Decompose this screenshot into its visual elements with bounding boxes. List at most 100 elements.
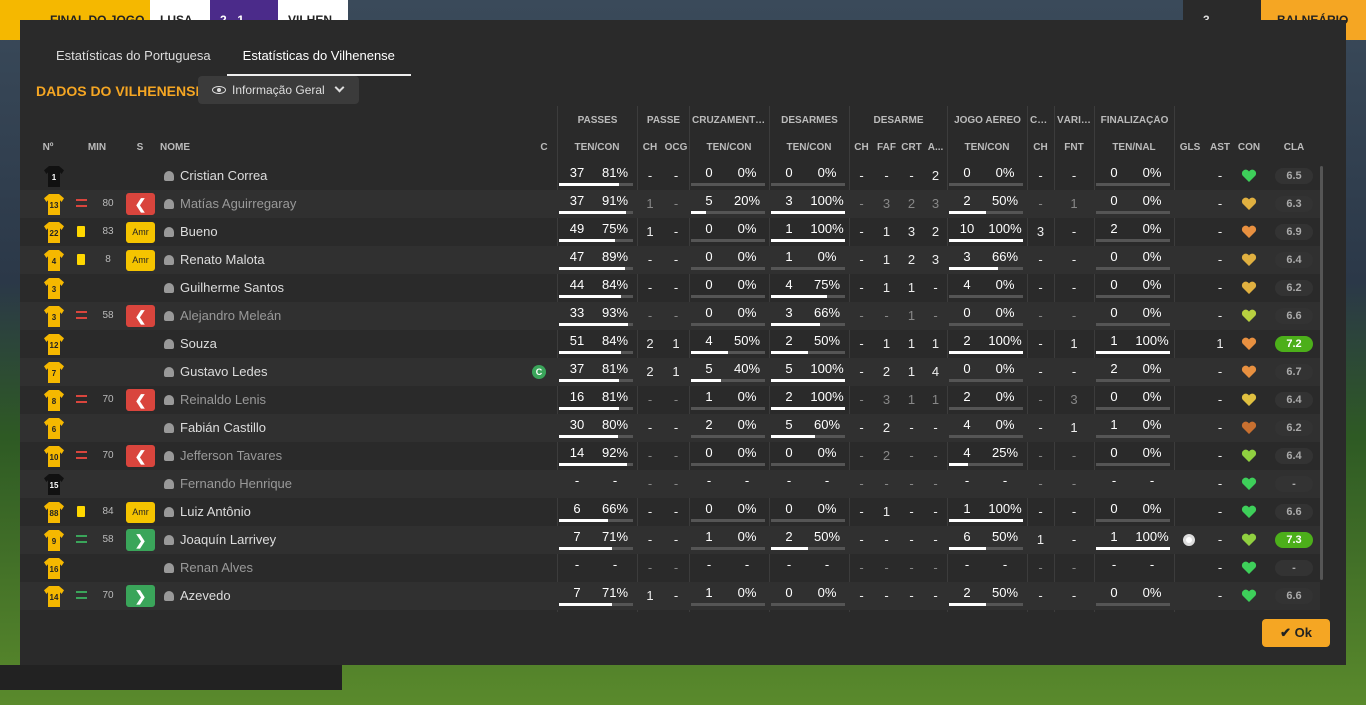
shirt-icon: 14	[44, 586, 64, 607]
yellow-card-badge: Amr	[126, 250, 155, 271]
fouls: -	[884, 476, 889, 491]
stat-bar-track	[771, 183, 845, 186]
stat-bar-fill	[1096, 547, 1170, 550]
table-row[interactable]: 9 58 ❯ Joaquín Larrivey 7 71% - -1 0% 2 50% - - - -6 50…	[20, 526, 1320, 554]
fnt: -	[1071, 252, 1077, 267]
stat-bar-fill	[949, 547, 986, 550]
rating-badge: 6.6	[1275, 588, 1313, 604]
table-row[interactable]: 10 70 ❮ Jefferson Tavares 14 92% - -0 0% 0 0% -2- -4…	[20, 442, 1320, 470]
fouls: 3	[882, 392, 891, 407]
player-name[interactable]: Fabián Castillo	[180, 414, 266, 442]
column-header-s: S	[136, 142, 144, 153]
fouls: 1	[882, 224, 891, 239]
stat-bar-fill	[559, 295, 622, 298]
player-name[interactable]: Bueno	[180, 218, 218, 246]
substituted-in-button[interactable]: ❯	[126, 529, 155, 551]
table-row[interactable]: 6 Fabián Castillo 30 80% - -2 0% 5 60% -2- -4 0% -1 1…	[20, 414, 1320, 442]
player-name[interactable]: Gustavo Ledes	[180, 358, 267, 386]
yellow-card-icon	[77, 226, 85, 237]
player-name[interactable]: Azevedo	[180, 582, 231, 610]
table-row[interactable]: 22 83 Amr Bueno 49 75% 1-0 0% 1 100% -1 3 2 10 100% 3-2…	[20, 218, 1320, 246]
substituted-out-button[interactable]: ❮	[126, 193, 155, 215]
ca: -	[1038, 308, 1043, 323]
column-header: TEN/CON	[574, 142, 620, 153]
tackle-ch: -	[859, 168, 864, 183]
tackle-a: 1	[931, 336, 940, 351]
stat-bar-track	[949, 295, 1023, 298]
stat-bar-fill	[691, 211, 706, 214]
table-row[interactable]: 14 70 ❯ Azevedo 7 71% 1-1 0% 0 0% - - - -2 50% - -0 0% -6.…	[20, 582, 1320, 610]
stat-percent: -	[1002, 557, 1008, 572]
stat-bar-fill	[771, 407, 845, 410]
player-name[interactable]: Reinaldo Lenis	[180, 386, 266, 414]
player-name[interactable]: Cristian Correa	[180, 162, 267, 190]
fouls: 1	[882, 504, 891, 519]
table-row[interactable]: 7 Gustavo Ledes C 37 81% 2 1 5 40% 5 100% -2 1 4 0 0% - -…	[20, 358, 1320, 386]
player-name[interactable]: Alejandro Meleán	[180, 302, 281, 330]
stat-bar-track	[949, 407, 1023, 410]
player-name[interactable]: Renato Malota	[180, 246, 265, 274]
person-icon	[164, 311, 174, 321]
pass-ocg: -	[673, 560, 679, 575]
stat-count: -	[706, 473, 712, 488]
fouls: -	[884, 560, 889, 575]
view-select[interactable]: Informação Geral	[198, 76, 359, 104]
column-header: A...	[927, 142, 944, 153]
pass-ch: 1	[646, 196, 654, 211]
table-row[interactable]: 15 Fernando Henrique - - - - - - - - - - - - - - - - - - - -	[20, 470, 1320, 498]
substituted-out-button[interactable]: ❮	[126, 305, 155, 327]
person-icon	[164, 367, 174, 377]
player-name[interactable]: Guilherme Santos	[180, 274, 284, 302]
column-header: OCG	[664, 142, 688, 153]
rating-badge: -	[1275, 560, 1313, 576]
ca: -	[1038, 280, 1043, 295]
scrollbar[interactable]	[1320, 166, 1323, 580]
ok-button[interactable]: ✔ Ok	[1262, 619, 1330, 647]
person-icon	[164, 479, 174, 489]
substituted-in-button[interactable]: ❯	[126, 585, 155, 607]
cuts: -	[909, 168, 914, 183]
tab-portuguesa[interactable]: Estatísticas do Portuguesa	[40, 20, 227, 76]
shirt-icon: 16	[44, 558, 64, 579]
stat-bar-track	[771, 519, 845, 522]
stat-bar-track	[1096, 239, 1170, 242]
heart-icon	[1241, 589, 1257, 602]
table-row[interactable]: 4 8 Amr Renato Malota 47 89% - -0 0% 1 0% -1 2 3 3 66% -…	[20, 246, 1320, 274]
substitution-icon	[76, 198, 88, 208]
fnt: 1	[1070, 336, 1078, 351]
column-header: CH	[1033, 142, 1048, 153]
table-row[interactable]: 16 Renan Alves - - - - - - - - - - - - - - - - - - - -	[20, 554, 1320, 582]
substituted-out-button[interactable]: ❮	[126, 445, 155, 467]
person-icon	[164, 283, 174, 293]
substituted-out-button[interactable]: ❮	[126, 389, 155, 411]
column-header: GLS	[1179, 142, 1201, 153]
tackle-a: -	[933, 588, 938, 603]
table-row[interactable]: 3 Guilherme Santos 44 84% - -0 0% 4 75% -1 1-4 0% - -…	[20, 274, 1320, 302]
player-name[interactable]: Joaquín Larrivey	[180, 526, 276, 554]
table-row[interactable]: 88 84 Amr Luiz Antônio 6 66% - -0 0% 0 0% -1- -1 100%…	[20, 498, 1320, 526]
pass-ocg: -	[673, 392, 679, 407]
fnt: -	[1071, 476, 1077, 491]
heart-icon	[1241, 449, 1257, 462]
stat-bar-fill	[691, 379, 721, 382]
player-name[interactable]: Matías Aguirregaray	[180, 190, 296, 218]
cuts: -	[909, 588, 914, 603]
table-row[interactable]: 3 58 ❮ Alejandro Meleán 33 93% - -0 0% 3 66% - -1-0 0…	[20, 302, 1320, 330]
pass-ocg: 1	[672, 364, 680, 379]
tab-vilhenense[interactable]: Estatísticas do Vilhenense	[226, 20, 412, 76]
table-row[interactable]: 12 Souza 51 84% 2 1 4 50% 2 50% -1 1 1 2 100% -1 1 100% 1 7…	[20, 330, 1320, 358]
player-name[interactable]: Fernando Henrique	[180, 470, 292, 498]
player-name[interactable]: Jefferson Tavares	[180, 442, 282, 470]
player-name[interactable]: Souza	[180, 330, 217, 358]
tackle-ch: -	[859, 280, 864, 295]
substitution-icon	[76, 450, 88, 460]
table-row[interactable]: 1 Cristian Correa 37 81% - -0 0% 0 0% - - -2 0 0% - -0 0…	[20, 162, 1320, 190]
table-row[interactable]: 13 80 ❮ Matías Aguirregaray 37 91% 1-5 20% 3 100%…	[20, 190, 1320, 218]
tackle-a: -	[933, 476, 938, 491]
table-row[interactable]: 8 70 ❮ Reinaldo Lenis 16 81% - -1 0% 2 100% -3 1 1 2 0%…	[20, 386, 1320, 414]
cuts: 1	[907, 336, 916, 351]
player-name[interactable]: Luiz Antônio	[180, 498, 251, 526]
tackle-ch: -	[859, 476, 864, 491]
player-name[interactable]: Renan Alves	[180, 554, 253, 582]
cuts: 2	[907, 196, 916, 211]
